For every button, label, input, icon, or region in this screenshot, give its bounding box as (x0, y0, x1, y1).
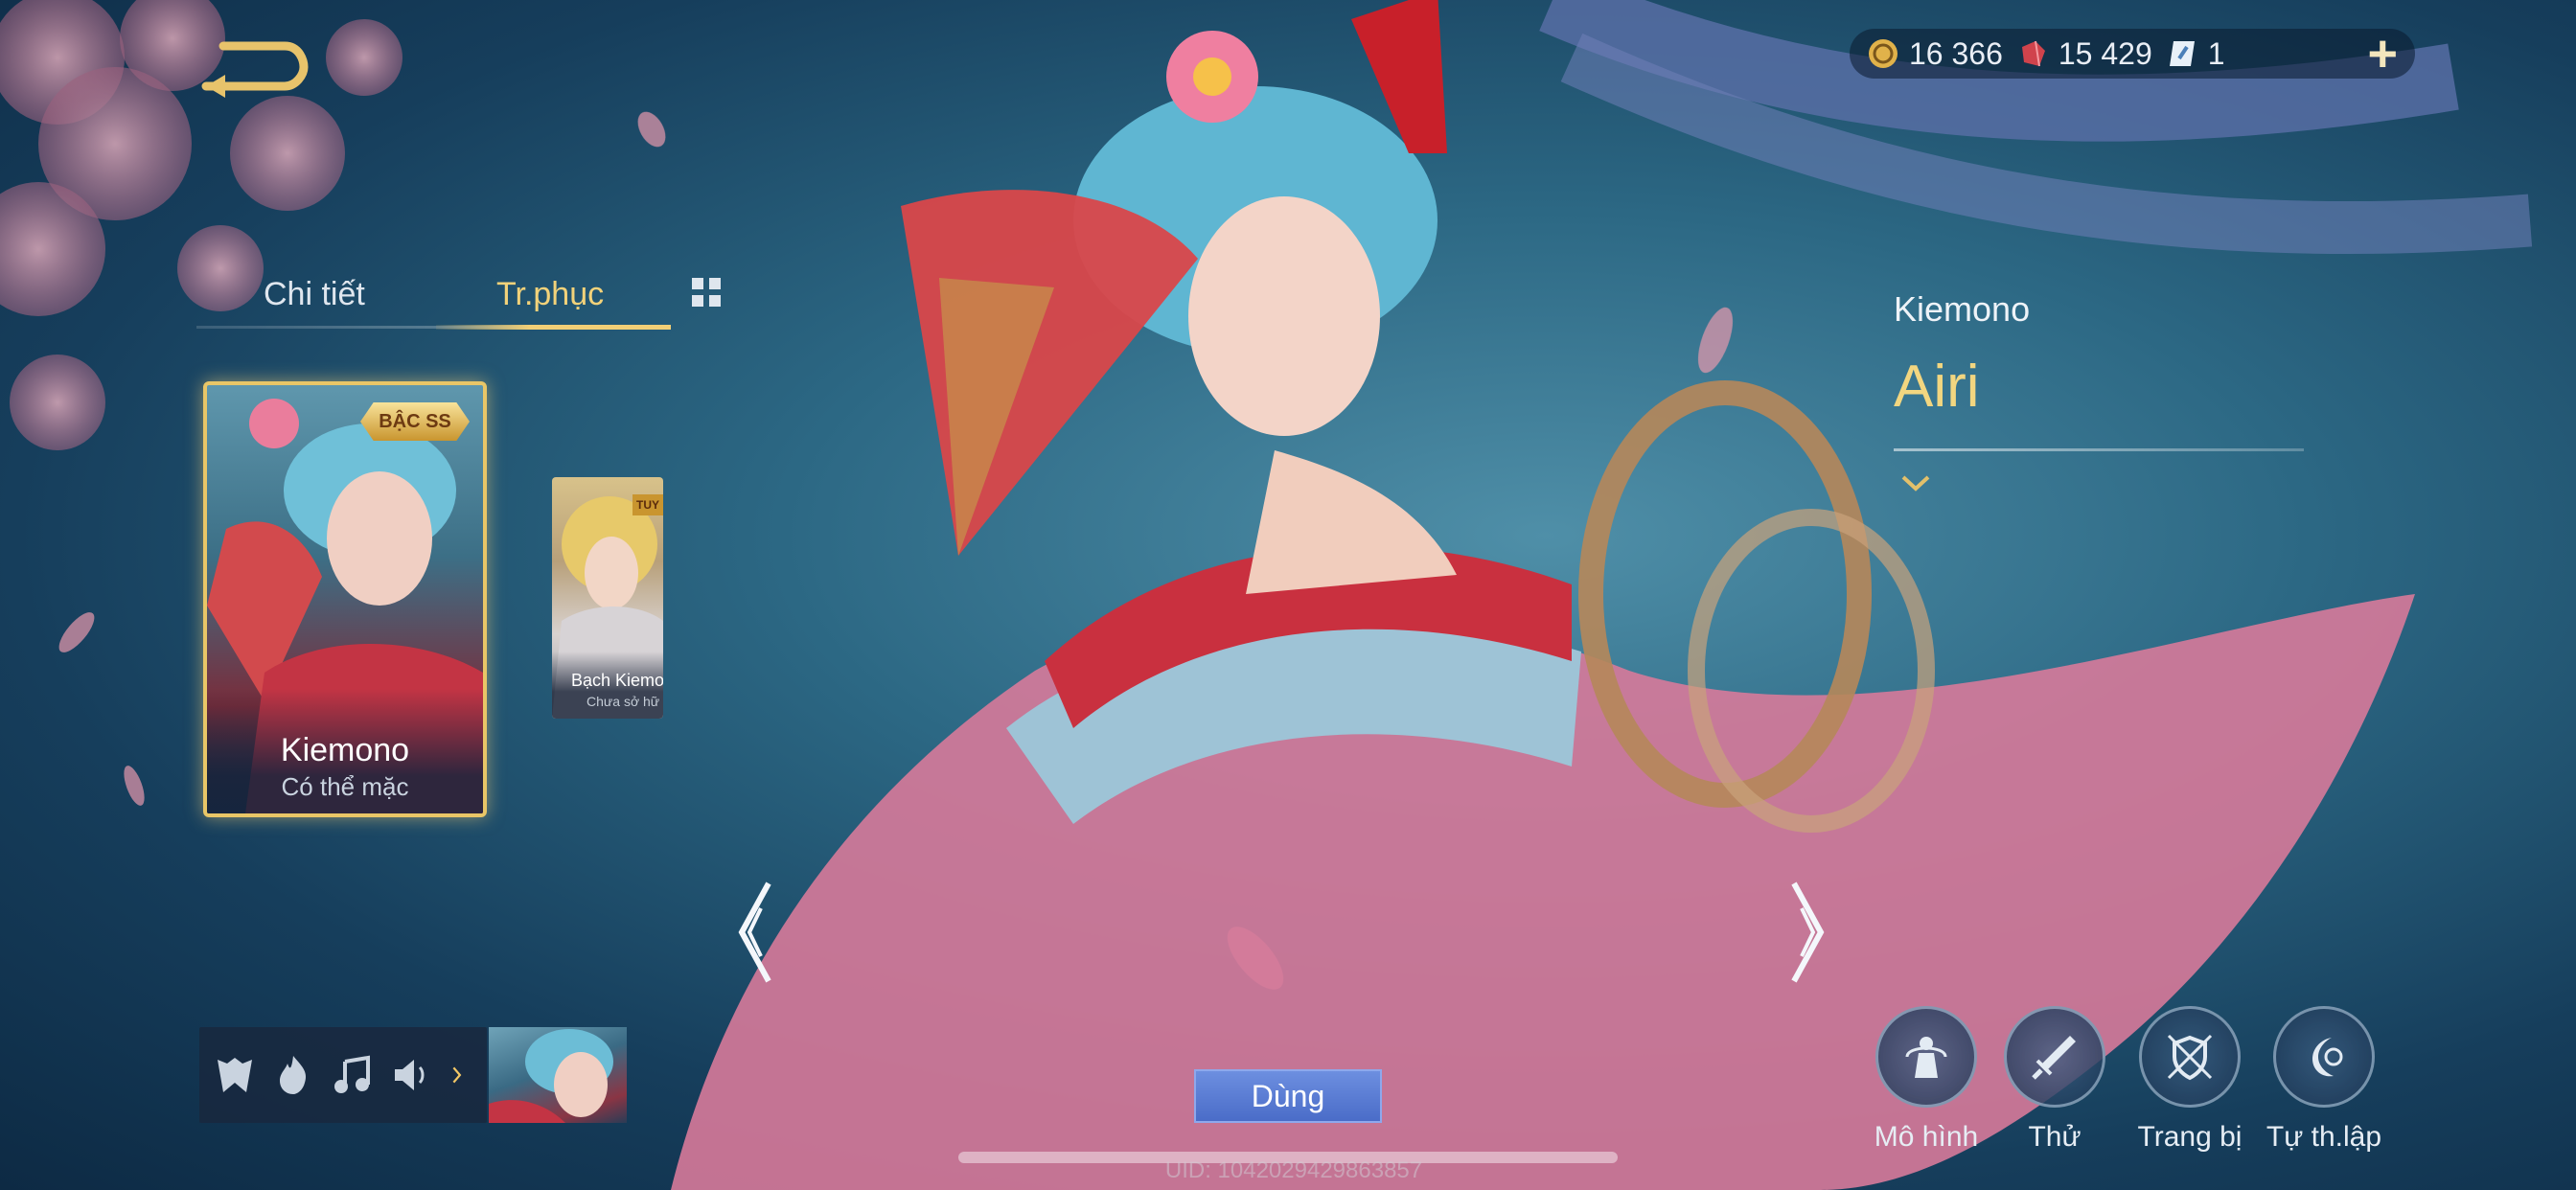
skin-card-kiemono[interactable]: BẬC SS Kiemono Có thể mặc (203, 381, 487, 817)
user-id-text: UID: 1042029429863857 (1164, 1157, 1423, 1183)
custom-setup-button-label: Tự th.lập (2266, 1121, 2382, 1153)
voucher-gem-icon (2021, 40, 2045, 67)
previous-skin-button[interactable] (736, 880, 774, 985)
skin-card-status: Có thể mặc (281, 772, 409, 801)
equipment-button[interactable]: Trang bị (2118, 1006, 2262, 1154)
voice-icon[interactable] (391, 1054, 433, 1096)
model-button-label: Mô hình (1874, 1121, 1979, 1153)
model-button-circle (1875, 1006, 1977, 1108)
voucher-currency: 15 429 (2016, 36, 2152, 72)
tab-costume[interactable]: Tr.phục (496, 276, 604, 313)
moon-icon (2312, 1038, 2343, 1077)
trial-button-label: Thử (2028, 1121, 2082, 1153)
gold-coin-icon (1869, 39, 1898, 68)
custom-setup-button[interactable]: Tự th.lập (2252, 1006, 2396, 1154)
skin-card-name: Kiemono (280, 732, 410, 768)
chevron-left-icon (738, 881, 771, 983)
animation-icon[interactable] (214, 1054, 256, 1096)
hero-name: Airi (1894, 354, 1980, 420)
ticket-icon (2169, 41, 2195, 66)
ticket-currency: 1 (2166, 36, 2225, 72)
next-skin-button[interactable] (1788, 880, 1827, 985)
chevron-right-icon (1791, 881, 1825, 983)
sword-icon (2032, 1036, 2076, 1080)
ticket-amount: 1 (2207, 35, 2225, 71)
equipment-button-label: Trang bị (2137, 1121, 2242, 1153)
preview-toolbar (199, 1027, 487, 1123)
expand-info-button[interactable] (1899, 471, 1932, 494)
equip-skin-button[interactable]: Dùng (1194, 1069, 1382, 1123)
trial-button-circle (2004, 1006, 2105, 1108)
rank-badge: BẬC SS (360, 402, 470, 441)
back-arrow-icon (201, 41, 309, 98)
shield-swords-icon (2167, 1034, 2213, 1081)
active-tab-indicator (436, 325, 671, 330)
music-icon[interactable] (332, 1054, 374, 1096)
skin-card-name: Bạch Kiemo (571, 671, 663, 690)
add-currency-button[interactable]: + (2367, 28, 2398, 80)
custom-setup-button-circle (2273, 1006, 2375, 1108)
equipment-button-circle (2139, 1006, 2241, 1108)
hero-tabs: Chi tiết Tr.phục (196, 268, 671, 332)
chevron-right-icon[interactable] (449, 1054, 472, 1096)
voucher-amount: 15 429 (2058, 35, 2152, 71)
thumbnail-art (489, 1029, 613, 1123)
skin-card-status: Chưa sở hữ (586, 694, 660, 709)
model-icon (1905, 1037, 1947, 1078)
trial-button[interactable]: Thử (1988, 1006, 2122, 1154)
model-button[interactable]: Mô hình (1859, 1006, 1993, 1154)
grid-icon (692, 278, 721, 307)
skill-effect-icon[interactable] (272, 1054, 314, 1096)
tab-details[interactable]: Chi tiết (264, 276, 365, 313)
chevron-down-icon (1901, 475, 1930, 492)
back-button[interactable] (196, 34, 311, 102)
gold-amount: 16 366 (1909, 35, 2003, 71)
rank-badge: TUY (632, 494, 663, 515)
skin-name: Kiemono (1894, 289, 2031, 329)
hero-info-divider (1894, 448, 2304, 451)
grid-view-button[interactable] (690, 276, 723, 309)
gold-currency: 16 366 (1867, 36, 2003, 72)
currency-bar: 16 366 15 429 1 + (1850, 28, 2415, 80)
preview-thumbnail[interactable] (489, 1027, 627, 1123)
skin-card-bach-kiemono[interactable]: TUY Bạch Kiemo Chưa sở hữ (552, 477, 663, 719)
